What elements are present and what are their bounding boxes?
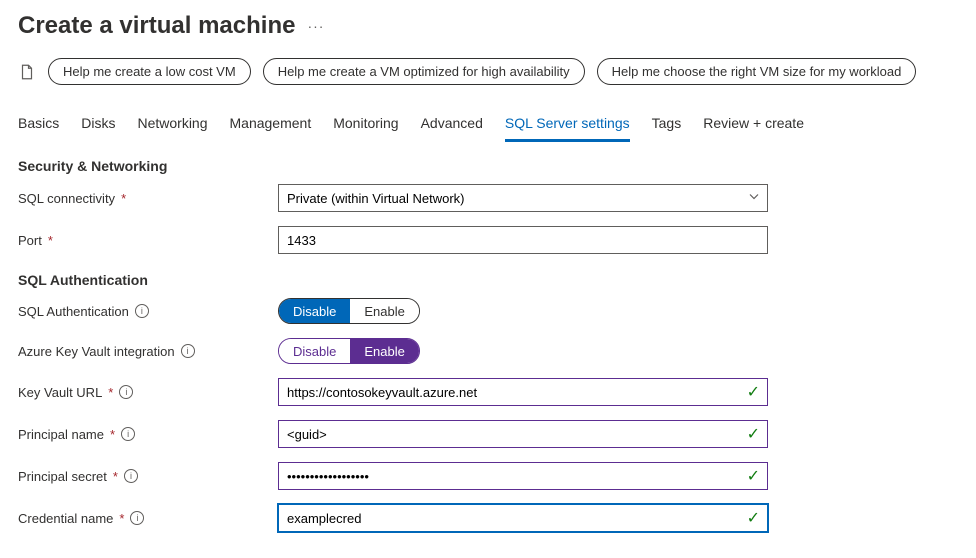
credential-name-input[interactable] [278,504,768,532]
tab-management[interactable]: Management [230,109,312,142]
tab-bar: Basics Disks Networking Management Monit… [18,109,958,142]
page-title: Create a virtual machine [18,12,295,40]
akv-disable[interactable]: Disable [279,339,350,363]
tab-basics[interactable]: Basics [18,109,59,142]
info-icon[interactable]: i [130,511,144,525]
label-port: Port [18,233,42,248]
info-icon[interactable]: i [119,385,133,399]
required-indicator: * [110,427,115,442]
tab-networking[interactable]: Networking [137,109,207,142]
tab-tags[interactable]: Tags [652,109,682,142]
tab-disks[interactable]: Disks [81,109,115,142]
akv-integration-toggle: Disable Enable [278,338,420,364]
more-menu-icon[interactable]: ··· [307,18,324,34]
required-indicator: * [108,385,113,400]
suggestion-vm-size[interactable]: Help me choose the right VM size for my … [597,58,917,85]
tab-advanced[interactable]: Advanced [421,109,483,142]
required-indicator: * [121,191,126,206]
label-principal-name: Principal name [18,427,104,442]
sql-authentication-toggle: Disable Enable [278,298,420,324]
principal-secret-input[interactable] [278,462,768,490]
key-vault-url-input[interactable] [278,378,768,406]
akv-enable[interactable]: Enable [350,339,418,363]
info-icon[interactable]: i [181,344,195,358]
port-input[interactable] [278,226,768,254]
required-indicator: * [48,233,53,248]
required-indicator: * [113,469,118,484]
principal-name-input[interactable] [278,420,768,448]
label-principal-secret: Principal secret [18,469,107,484]
tab-sql-server-settings[interactable]: SQL Server settings [505,109,630,142]
label-key-vault-url: Key Vault URL [18,385,102,400]
tab-review-create[interactable]: Review + create [703,109,804,142]
label-sql-connectivity: SQL connectivity [18,191,115,206]
label-credential-name: Credential name [18,511,113,526]
info-icon[interactable]: i [135,304,149,318]
section-security-networking: Security & Networking [18,158,958,174]
suggestion-low-cost-vm[interactable]: Help me create a low cost VM [48,58,251,85]
sql-auth-disable[interactable]: Disable [279,299,350,323]
copilot-icon [18,63,36,81]
label-akv-integration: Azure Key Vault integration [18,344,175,359]
label-sql-authentication: SQL Authentication [18,304,129,319]
tab-monitoring[interactable]: Monitoring [333,109,398,142]
section-sql-authentication: SQL Authentication [18,272,958,288]
sql-connectivity-select[interactable]: Private (within Virtual Network) [278,184,768,212]
info-icon[interactable]: i [124,469,138,483]
info-icon[interactable]: i [121,427,135,441]
required-indicator: * [119,511,124,526]
suggestion-high-availability-vm[interactable]: Help me create a VM optimized for high a… [263,58,585,85]
sql-auth-enable[interactable]: Enable [350,299,418,323]
